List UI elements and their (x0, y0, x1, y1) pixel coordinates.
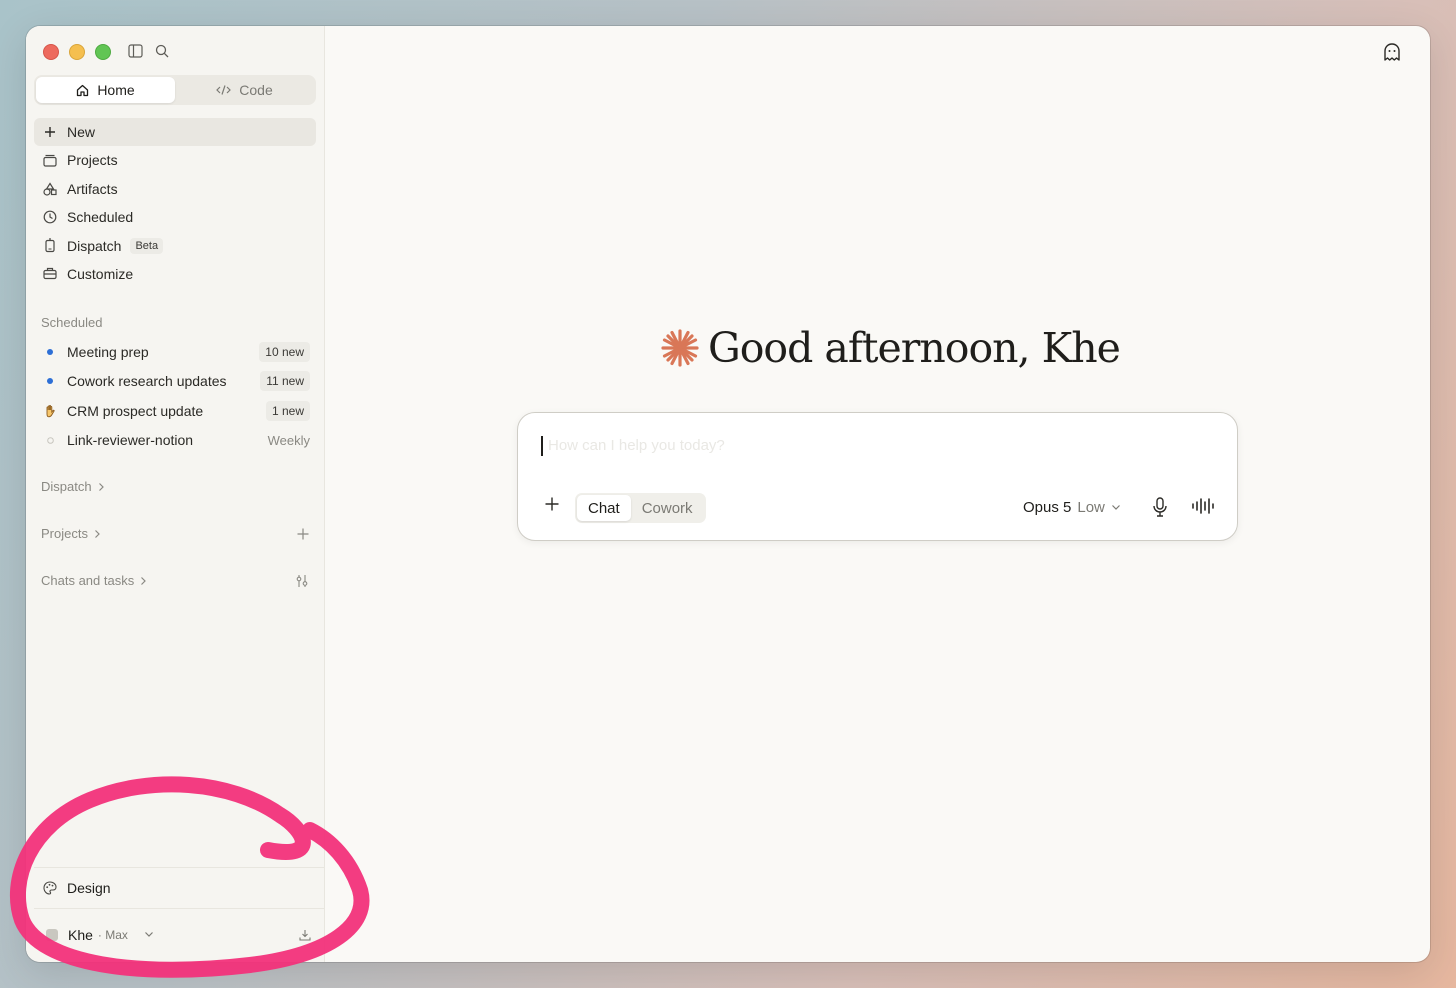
chats-section-label: Chats and tasks (41, 573, 135, 588)
sidebar-toggle-icon[interactable] (128, 44, 143, 58)
voice-waveform-icon[interactable] (1191, 497, 1215, 515)
nav-item-new[interactable]: New (34, 118, 316, 146)
home-tab[interactable]: Home (36, 77, 175, 103)
nav-item-label: Projects (67, 152, 118, 169)
greeting-title: Good afternoon, Khe (708, 324, 1121, 372)
shapes-icon (42, 182, 58, 196)
home-icon (76, 84, 89, 97)
phone-icon (42, 238, 58, 253)
plus-icon (42, 126, 58, 138)
model-selector[interactable]: Opus 5 Low (1023, 499, 1121, 516)
sidebar: Home Code New Projects Artifacts Schedul… (26, 26, 325, 962)
scheduled-item-name: Link-reviewer-notion (67, 432, 194, 449)
scheduled-item[interactable]: Meeting prep 10 new (34, 337, 316, 367)
filter-sliders-icon[interactable] (295, 574, 309, 588)
projects-section-label: Projects (41, 526, 88, 541)
user-name: Khe (68, 926, 93, 943)
folder-icon (42, 154, 58, 167)
scheduled-list: Meeting prep 10 new Cowork research upda… (34, 337, 316, 455)
add-project-icon[interactable] (297, 528, 309, 540)
new-count-badge: 1 new (265, 400, 310, 421)
home-tab-label: Home (97, 82, 135, 98)
ghost-icon[interactable] (1382, 42, 1402, 62)
nav-item-scheduled[interactable]: Scheduled (34, 203, 316, 231)
code-icon (216, 84, 232, 96)
projects-section-toggle[interactable]: Projects (41, 526, 309, 541)
scheduled-item-name: Meeting prep (67, 343, 149, 360)
nav-item-label: Customize (67, 265, 134, 282)
nav-item-projects[interactable]: Projects (34, 146, 316, 174)
window-controls (43, 44, 111, 60)
scheduled-item[interactable]: Link-reviewer-notion Weekly (34, 426, 316, 456)
close-window-button[interactable] (43, 44, 59, 60)
home-code-switch: Home Code (34, 75, 316, 105)
chat-mode-tab[interactable]: Chat (577, 495, 631, 521)
chats-section-toggle[interactable]: Chats and tasks (41, 573, 309, 588)
clock-icon (42, 210, 58, 224)
beta-badge: Beta (130, 237, 164, 254)
minimize-window-button[interactable] (69, 44, 85, 60)
effort-level: Low (1077, 499, 1105, 516)
palette-icon (42, 880, 58, 895)
scheduled-item-name: Cowork research updates (67, 373, 227, 390)
chevron-down-icon (144, 931, 154, 938)
user-account-menu[interactable]: Khe · Max (34, 908, 325, 960)
blue-dot-icon (42, 348, 58, 355)
composer-input[interactable]: How can I help you today? (548, 437, 725, 454)
avatar (42, 928, 62, 942)
search-icon[interactable] (155, 44, 169, 58)
frequency-label: Weekly (267, 432, 310, 448)
design-label: Design (67, 879, 111, 896)
chat-composer: How can I help you today? Chat Cowork Op… (517, 412, 1238, 541)
blue-dot-icon (42, 378, 58, 385)
nav-item-dispatch[interactable]: Dispatch Beta (34, 232, 316, 260)
user-plan: · Max (97, 927, 128, 942)
scheduled-item-name: CRM prospect update (67, 402, 204, 419)
microphone-icon[interactable] (1152, 497, 1168, 517)
scheduled-item[interactable]: Cowork research updates 11 new (34, 367, 316, 397)
model-name: Opus 5 (1023, 499, 1072, 516)
new-count-badge: 11 new (260, 371, 310, 392)
nav-item-label: New (67, 124, 96, 140)
nav-item-label: Artifacts (67, 180, 118, 197)
scheduled-item[interactable]: CRM prospect update 1 new (34, 396, 316, 426)
briefcase-icon (42, 267, 58, 280)
empty-dot-icon (42, 436, 58, 444)
text-caret (541, 436, 543, 456)
app-window: Home Code New Projects Artifacts Schedul… (26, 26, 1430, 962)
main-nav: New Projects Artifacts Scheduled Dispatc… (34, 118, 316, 288)
nav-item-label: Dispatch (67, 237, 122, 254)
scheduled-section-title: Scheduled (41, 315, 103, 330)
code-tab-label: Code (239, 82, 273, 98)
greeting: Good afternoon, Khe (660, 324, 1121, 372)
new-count-badge: 10 new (259, 341, 310, 362)
nav-item-customize[interactable]: Customize (34, 260, 316, 288)
chevron-right-icon (140, 576, 147, 586)
maximize-window-button[interactable] (95, 44, 111, 60)
hand-icon (42, 404, 58, 418)
sparkle-logo-icon (660, 328, 700, 368)
chevron-down-icon (1111, 504, 1121, 511)
design-item[interactable]: Design (34, 867, 325, 907)
nav-item-artifacts[interactable]: Artifacts (34, 175, 316, 203)
dispatch-section-toggle[interactable]: Dispatch (41, 479, 309, 494)
chevron-right-icon (94, 529, 101, 539)
nav-item-label: Scheduled (67, 209, 134, 226)
dispatch-section-label: Dispatch (41, 479, 92, 494)
download-icon[interactable] (299, 929, 311, 941)
chevron-right-icon (98, 482, 105, 492)
code-tab[interactable]: Code (175, 77, 314, 103)
mode-switch: Chat Cowork (575, 493, 706, 523)
sidebar-toolbar (128, 44, 169, 58)
add-attachment-icon[interactable] (544, 496, 560, 512)
cowork-mode-tab[interactable]: Cowork (631, 495, 704, 521)
